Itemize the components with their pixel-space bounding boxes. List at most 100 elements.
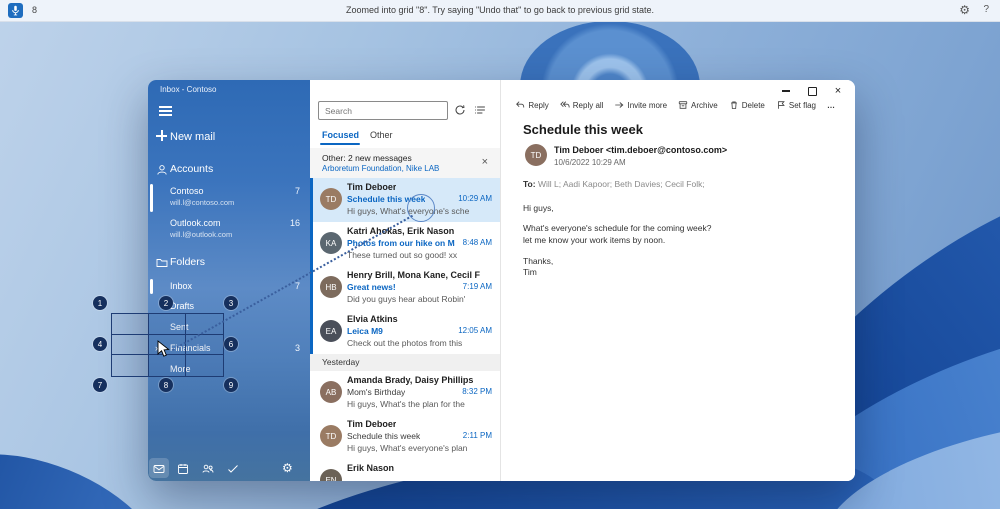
sidebar-folder-inbox[interactable]: Inbox — [170, 281, 192, 291]
gear-icon[interactable]: ⚙ — [959, 3, 970, 18]
email-time: 10:29 AM — [458, 194, 492, 203]
email-time: 8:32 PM — [462, 387, 492, 396]
selection-indicator — [150, 279, 153, 294]
archive-button[interactable]: Archive — [678, 100, 718, 110]
avatar: TD — [320, 425, 342, 447]
body-line: Hi guys, — [523, 203, 554, 213]
close-button[interactable]: × — [831, 84, 845, 98]
close-icon[interactable]: × — [482, 156, 488, 168]
account-outlook[interactable]: Outlook.com — [170, 218, 221, 228]
grid-number-1[interactable]: 1 — [93, 296, 107, 310]
banner-title: Other: 2 new messages — [322, 153, 412, 163]
email-time: 7:19 AM — [462, 282, 492, 291]
body-line: let me know your work items by noon. — [523, 235, 666, 245]
message-toolbar: Reply Reply all Invite more Archive Dele… — [515, 100, 835, 110]
unread-indicator — [310, 222, 313, 266]
triage-icon[interactable] — [474, 104, 486, 116]
email-list-item[interactable]: TD Tim Deboer Schedule this week 2:11 PM… — [310, 415, 500, 460]
maximize-button[interactable] — [805, 84, 819, 98]
email-preview: Hi guys, What's everyone's plan — [347, 443, 468, 453]
archive-icon — [678, 101, 688, 109]
tab-other[interactable]: Other — [370, 130, 393, 140]
avatar: EN — [320, 469, 342, 481]
folder-count: 7 — [294, 281, 300, 291]
email-sender: Henry Brill, Mona Kane, Cecil F — [347, 270, 481, 280]
avatar: HB — [320, 276, 342, 298]
set-flag-button[interactable]: Set flag — [776, 100, 816, 110]
flag-icon — [777, 101, 785, 109]
avatar: EA — [320, 320, 342, 342]
invite-more-button[interactable]: Invite more — [614, 100, 667, 110]
hamburger-menu-icon[interactable] — [159, 106, 172, 108]
email-subject: Great news! — [347, 282, 396, 292]
grid-number-4[interactable]: 4 — [93, 337, 107, 351]
email-time: 8:48 AM — [462, 238, 492, 247]
email-preview: Hi guys, What's the plan for the — [347, 399, 465, 409]
unread-indicator — [310, 310, 313, 354]
email-preview: Did you guys hear about Robin' — [347, 294, 466, 304]
account-contoso[interactable]: Contoso — [170, 186, 204, 196]
email-time: 2:11 PM — [462, 431, 492, 440]
reply-button[interactable]: Reply — [515, 100, 549, 110]
message-datetime: 10/6/2022 10:29 AM — [554, 158, 626, 167]
email-list-item[interactable]: KA Katri Ahokas, Erik Nason Photos from … — [310, 222, 500, 267]
other-inbox-banner: Other: 2 new messages Arboretum Foundati… — [310, 148, 500, 178]
grid-number-8[interactable]: 8 — [159, 378, 173, 392]
email-sender: Elvia Atkins — [347, 314, 398, 324]
grid-number-6[interactable]: 6 — [224, 337, 238, 351]
account-email: will.l@outlook.com — [170, 230, 233, 239]
mouse-cursor — [157, 340, 170, 363]
selection-indicator — [150, 184, 153, 212]
mail-app-window: Inbox - Contoso New mail Accounts Contos… — [148, 80, 855, 481]
section-label: Yesterday — [322, 357, 360, 367]
reply-icon — [516, 101, 525, 108]
banner-senders-link[interactable]: Arboretum Foundation, Nike LAB — [322, 164, 439, 173]
email-subject: Mom's Birthday — [347, 387, 406, 397]
refresh-icon[interactable] — [454, 104, 466, 116]
reading-pane: Reply Reply all Invite more Archive Dele… — [501, 80, 855, 481]
email-sender: Katri Ahokas, Erik Nason — [347, 226, 455, 236]
avatar: KA — [320, 232, 342, 254]
voice-access-message: Zoomed into grid "8". Try saying "Undo t… — [346, 5, 654, 15]
email-list-item[interactable]: TD Tim Deboer Schedule this week 10:29 A… — [310, 178, 500, 223]
reply-all-button[interactable]: Reply all — [560, 100, 603, 110]
calendar-icon[interactable] — [177, 463, 189, 475]
message-from: Tim Deboer <tim.deboer@contoso.com> — [554, 145, 728, 155]
body-line: Thanks, — [523, 256, 554, 266]
person-icon — [157, 165, 167, 175]
search-input[interactable] — [318, 101, 448, 120]
message-list-pane: Focused Other Other: 2 new messages Arbo… — [310, 80, 501, 481]
email-list-item[interactable]: EA Elvia Atkins Leica M9 12:05 AM Check … — [310, 310, 500, 355]
grid-number-7[interactable]: 7 — [93, 378, 107, 392]
annotation-target-circle — [407, 194, 435, 222]
account-unread-count: 7 — [294, 186, 300, 196]
avatar: AB — [320, 381, 342, 403]
active-tab-underline — [320, 143, 360, 145]
email-list-item[interactable]: EN Erik Nason — [310, 459, 500, 481]
tab-focused[interactable]: Focused — [322, 130, 359, 140]
email-sender: Erik Nason — [347, 463, 395, 473]
minimize-button[interactable] — [779, 84, 793, 98]
new-mail-button[interactable]: New mail — [170, 131, 215, 143]
folder-icon — [156, 259, 168, 267]
grid-number-2[interactable]: 2 — [159, 296, 173, 310]
account-unread-count: 16 — [289, 218, 300, 228]
email-sender: Amanda Brady, Daisy Phillips — [347, 375, 474, 385]
email-preview: Check out the photos from this — [347, 338, 463, 348]
grid-number-9[interactable]: 9 — [224, 378, 238, 392]
more-options-button[interactable]: … — [827, 101, 835, 110]
email-list-item[interactable]: AB Amanda Brady, Daisy Phillips Mom's Bi… — [310, 371, 500, 416]
mail-icon[interactable] — [153, 463, 165, 475]
people-icon[interactable] — [202, 463, 214, 475]
to-label: To: — [523, 179, 536, 189]
email-list-item[interactable]: HB Henry Brill, Mona Kane, Cecil F Great… — [310, 266, 500, 311]
desktop: 8 Zoomed into grid "8". Try saying "Undo… — [0, 0, 1000, 509]
grid-number-3[interactable]: 3 — [224, 296, 238, 310]
delete-button[interactable]: Delete — [729, 100, 765, 110]
sidebar-folder-drafts[interactable]: Drafts — [170, 301, 194, 311]
help-icon[interactable]: ? — [983, 4, 989, 15]
message-subject: Schedule this week — [523, 122, 643, 137]
invite-icon — [615, 102, 624, 108]
settings-icon[interactable]: ⚙ — [282, 461, 293, 475]
todo-icon[interactable] — [227, 463, 239, 475]
